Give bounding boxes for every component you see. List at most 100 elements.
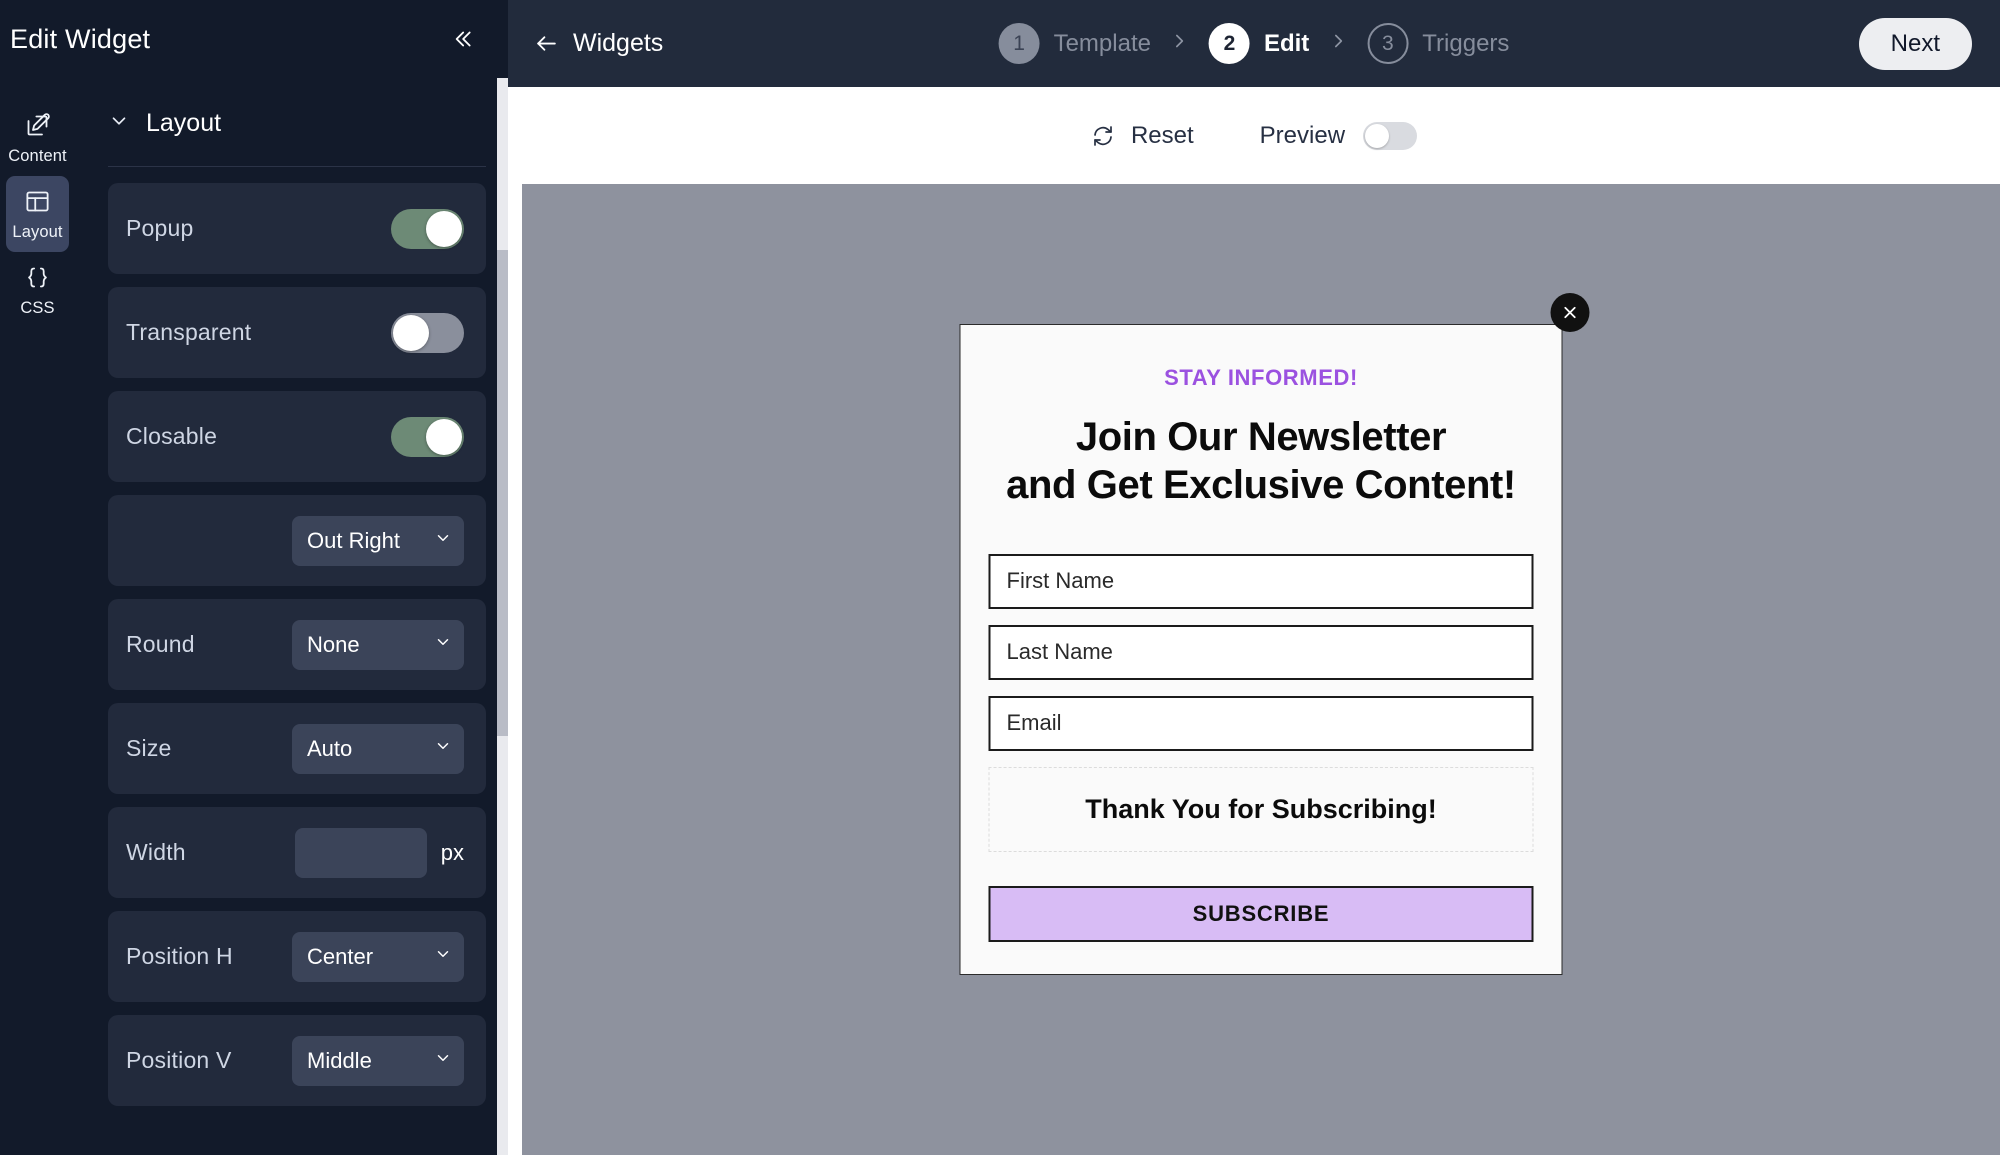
panel-body: Content Layout CSS Layout Popup Transpar…: [0, 78, 508, 1155]
layout-section-header[interactable]: Layout: [108, 78, 486, 148]
toggle-knob: [426, 210, 462, 247]
setting-label: Round: [126, 631, 195, 657]
panel-scrollbar-thumb[interactable]: [497, 250, 508, 736]
toggle-knob: [393, 314, 429, 351]
newsletter-popup: STAY INFORMED! Join Our Newsletter and G…: [959, 293, 1590, 975]
arrow-left-icon: [534, 31, 559, 56]
closable-toggle[interactable]: [391, 416, 464, 457]
top-navigation-bar: Widgets 1 Template 2 Edit 3 Triggers Nex…: [508, 0, 2000, 87]
back-label: Widgets: [573, 29, 664, 57]
round-select[interactable]: None: [292, 619, 464, 670]
setting-label: Transparent: [126, 319, 252, 345]
select-value: Middle: [307, 1047, 372, 1073]
reset-button[interactable]: Reset: [1091, 122, 1194, 150]
setting-row-position-v: Position V Middle: [108, 1015, 486, 1106]
step-number: 3: [1367, 23, 1409, 64]
sidebar-item-layout[interactable]: Layout: [6, 176, 69, 252]
first-name-field[interactable]: [988, 553, 1534, 609]
email-field[interactable]: [988, 695, 1534, 751]
transparent-toggle[interactable]: [391, 312, 464, 353]
chevron-down-icon: [434, 633, 452, 656]
step-label: Triggers: [1422, 29, 1510, 57]
panel-header: Edit Widget: [0, 0, 508, 78]
page-title: Edit Widget: [10, 23, 151, 54]
editor-main: Widgets 1 Template 2 Edit 3 Triggers Nex…: [508, 0, 2000, 1155]
select-value: Out Right: [307, 527, 400, 553]
sidebar-item-label: Content: [8, 147, 67, 165]
preview-toggle[interactable]: [1363, 121, 1418, 150]
animation-select[interactable]: Out Right: [292, 515, 464, 566]
setting-row-transparent: Transparent: [108, 287, 486, 378]
setting-row-closable: Closable: [108, 391, 486, 482]
curly-braces-icon: [24, 264, 51, 291]
select-value: Auto: [307, 735, 353, 761]
section-rail: Content Layout CSS: [0, 78, 75, 1155]
step-label: Edit: [1263, 29, 1310, 57]
layout-grid-icon: [24, 188, 51, 215]
widget-editor-app: Edit Widget Content Layout CSS Layout Po…: [0, 0, 2000, 1155]
last-name-field[interactable]: [988, 624, 1534, 680]
chevron-double-left-icon[interactable]: [440, 18, 482, 60]
headline-line-2: and Get Exclusive Content!: [1006, 463, 1516, 508]
setting-row-position-h: Position H Center: [108, 911, 486, 1002]
setting-row-round: Round None: [108, 599, 486, 690]
sidebar-item-content[interactable]: Content: [0, 100, 75, 176]
chevron-down-icon: [108, 110, 130, 137]
width-unit-label: px: [440, 839, 464, 865]
chevron-right-icon: [1327, 30, 1349, 57]
chevron-down-icon: [434, 737, 452, 760]
setting-row-animation: Out Right: [108, 495, 486, 586]
setting-row-width: Width px: [108, 807, 486, 898]
toggle-knob: [426, 418, 462, 455]
setting-label: Popup: [126, 215, 194, 241]
preview-toolbar: Reset Preview: [508, 87, 2000, 184]
section-divider: [108, 166, 486, 167]
select-value: None: [307, 631, 360, 657]
preview-control: Preview: [1259, 121, 1418, 150]
pencil-square-icon: [24, 112, 51, 139]
edit-widget-panel: Edit Widget Content Layout CSS Layout Po…: [0, 0, 508, 1155]
next-button[interactable]: Next: [1858, 17, 1972, 70]
popup-headline: Join Our Newsletter and Get Exclusive Co…: [989, 413, 1534, 510]
popup-toggle[interactable]: [391, 208, 464, 249]
back-to-widgets-button[interactable]: Widgets: [534, 29, 663, 58]
setting-label: Closable: [126, 423, 218, 449]
layout-section-title: Layout: [146, 108, 222, 137]
sidebar-item-label: Layout: [12, 223, 63, 241]
position-h-select[interactable]: Center: [292, 931, 464, 982]
thank-you-block: Thank You for Subscribing!: [988, 766, 1534, 852]
widget-preview-canvas: STAY INFORMED! Join Our Newsletter and G…: [522, 184, 2000, 1155]
chevron-right-icon: [1169, 30, 1191, 57]
sidebar-item-css[interactable]: CSS: [0, 252, 75, 328]
wizard-stepper: 1 Template 2 Edit 3 Triggers: [998, 23, 1509, 64]
step-number: 2: [1208, 23, 1250, 64]
chevron-down-icon: [434, 529, 452, 552]
width-input[interactable]: [294, 827, 427, 878]
preview-label: Preview: [1259, 121, 1346, 149]
size-select[interactable]: Auto: [292, 723, 464, 774]
setting-label: Width: [126, 839, 186, 865]
thank-you-message: Thank You for Subscribing!: [1085, 793, 1437, 824]
setting-label: Position H: [126, 943, 233, 969]
reset-label: Reset: [1130, 121, 1194, 149]
sidebar-item-label: CSS: [20, 299, 55, 317]
subscribe-button[interactable]: SUBSCRIBE: [988, 885, 1534, 942]
step-number: 1: [998, 23, 1040, 64]
setting-label: Position V: [126, 1047, 232, 1073]
select-value: Center: [307, 943, 374, 969]
close-icon[interactable]: [1550, 293, 1590, 332]
setting-row-size: Size Auto: [108, 703, 486, 794]
step-template[interactable]: 1 Template: [998, 23, 1151, 64]
layout-settings-list: Layout Popup Transparent Closable Out Ri…: [75, 78, 508, 1155]
refresh-icon: [1091, 124, 1115, 148]
chevron-down-icon: [434, 945, 452, 968]
setting-row-popup: Popup: [108, 183, 486, 274]
toggle-knob: [1365, 123, 1390, 148]
chevron-down-icon: [434, 1049, 452, 1072]
step-triggers[interactable]: 3 Triggers: [1367, 23, 1509, 64]
popup-eyebrow: STAY INFORMED!: [1164, 365, 1358, 390]
position-v-select[interactable]: Middle: [292, 1035, 464, 1086]
step-label: Template: [1053, 29, 1151, 57]
step-edit[interactable]: 2 Edit: [1208, 23, 1310, 64]
headline-line-1: Join Our Newsletter: [1075, 415, 1447, 459]
